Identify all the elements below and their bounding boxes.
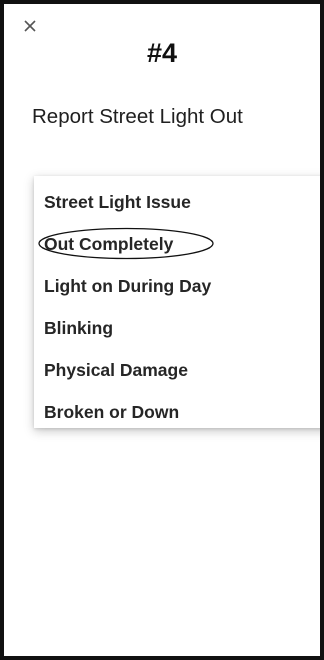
menu-item-blinking[interactable]: Blinking — [44, 313, 113, 343]
page-title: Report Street Light Out — [32, 105, 243, 128]
menu-item-street-light-issue[interactable]: Street Light Issue — [44, 187, 191, 217]
phone-frame: #4 Report Street Light Out Street Light … — [0, 0, 324, 660]
step-number: #4 — [146, 38, 178, 68]
menu-item-label: Out Completely — [44, 234, 174, 254]
close-icon[interactable] — [22, 18, 40, 36]
menu-item-physical-damage[interactable]: Physical Damage — [44, 355, 188, 385]
dropdown-menu: Street Light Issue Out Completely Light … — [34, 176, 320, 428]
menu-item-broken-or-down[interactable]: Broken or Down — [44, 397, 179, 427]
menu-item-out-completely[interactable]: Out Completely — [38, 227, 214, 260]
menu-item-light-on-during-day[interactable]: Light on During Day — [44, 271, 211, 301]
